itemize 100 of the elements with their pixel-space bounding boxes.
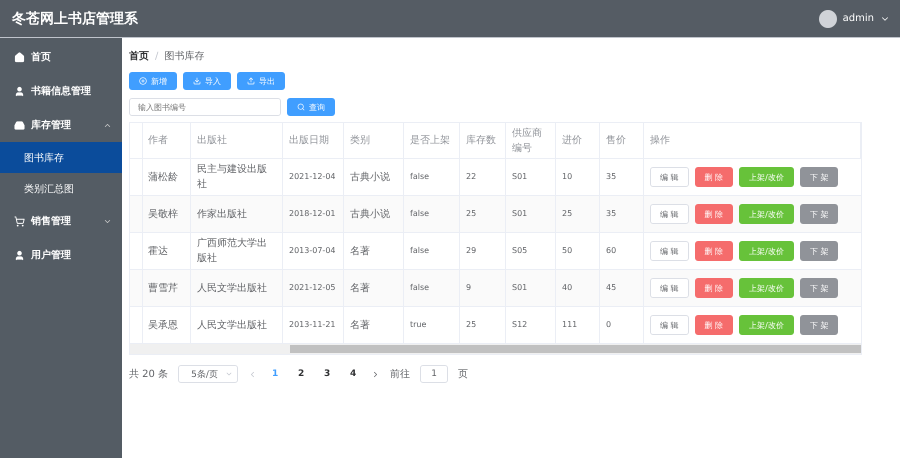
column-header: 是否上架 xyxy=(410,134,450,148)
export-button[interactable]: 导出 xyxy=(237,72,285,90)
column-header: 出版社 xyxy=(197,134,227,148)
delete-button[interactable]: 删 除 xyxy=(694,278,734,298)
table-cell: S12 xyxy=(512,319,528,331)
delete-button[interactable]: 删 除 xyxy=(694,167,734,187)
download-icon xyxy=(193,77,201,85)
edit-button[interactable]: 编 辑 xyxy=(650,204,689,224)
breadcrumb-item[interactable]: 首页 xyxy=(129,49,149,63)
page-input[interactable]: 1 xyxy=(420,365,448,383)
table-cell-text: 名著 xyxy=(350,282,370,296)
table-cell-text: 古典小说 xyxy=(350,208,390,222)
page-number[interactable]: 2 xyxy=(293,369,310,379)
menu-item[interactable]: 用户管理 xyxy=(0,238,122,272)
table-cell-text: 蒲松龄 xyxy=(148,170,178,184)
edit-button[interactable]: 编 辑 xyxy=(650,167,689,187)
cart-icon xyxy=(14,216,25,226)
table-cell-text: 吴敬梓 xyxy=(148,208,178,222)
submenu-item[interactable]: 图书库存 xyxy=(0,142,122,173)
shelve-button[interactable]: 上架/改价 xyxy=(739,167,794,187)
upload-icon xyxy=(247,77,255,85)
total-count: 共 20 条 xyxy=(129,368,168,381)
table-cell: 29 xyxy=(466,245,476,257)
table-cell: 2021-12-05 xyxy=(289,282,336,294)
delete-button[interactable]: 删 除 xyxy=(694,241,734,261)
table-cell-text: 名著 xyxy=(350,318,370,332)
delete-button[interactable]: 删 除 xyxy=(694,204,734,224)
menu-item[interactable]: 书籍信息管理 xyxy=(0,74,122,108)
app-title: 冬苍网上书店管理系 xyxy=(12,10,138,28)
chevron-down-icon xyxy=(225,370,234,378)
goto-label: 前往 xyxy=(390,368,410,381)
table-cell: 25 xyxy=(562,208,572,220)
column-header: 操作 xyxy=(650,134,670,148)
avatar-icon[interactable] xyxy=(818,10,837,28)
table-cell-text: 曹雪芹 xyxy=(148,282,178,296)
table-cell: 60 xyxy=(606,245,616,257)
column-header: 供应商编号 xyxy=(512,126,543,156)
page-size-select[interactable]: 5条/页 xyxy=(178,365,238,383)
page-number[interactable]: 4 xyxy=(345,369,362,379)
breadcrumb-separator: / xyxy=(155,50,158,62)
column-header: 库存数 xyxy=(466,134,496,148)
unshelve-button[interactable]: 下 架 xyxy=(800,278,838,298)
shelve-button[interactable]: 上架/改价 xyxy=(739,315,794,335)
page-number[interactable]: 1 xyxy=(267,369,284,379)
person-icon xyxy=(14,86,25,96)
edit-button[interactable]: 编 辑 xyxy=(650,241,689,261)
horizontal-scrollbar[interactable] xyxy=(130,344,861,354)
edit-button[interactable]: 编 辑 xyxy=(650,315,689,335)
edit-button[interactable]: 编 辑 xyxy=(650,278,689,298)
table-cell: 25 xyxy=(466,208,476,220)
table-cell: 10 xyxy=(562,171,572,183)
table-cell-text: 名著 xyxy=(350,244,370,258)
menu-item[interactable]: 库存管理 xyxy=(0,108,122,142)
add-button[interactable]: 新增 xyxy=(129,72,177,90)
user-name[interactable]: admin xyxy=(842,13,874,24)
menu-item[interactable]: 销售管理 xyxy=(0,204,122,238)
shelve-button[interactable]: 上架/改价 xyxy=(739,241,794,261)
page-suffix: 页 xyxy=(458,368,468,381)
submenu-item[interactable]: 类别汇总图 xyxy=(0,173,122,204)
home-icon xyxy=(14,52,25,62)
page-number[interactable]: 3 xyxy=(319,369,336,379)
search-button[interactable]: 查询 xyxy=(287,98,335,116)
table-cell-text: 广西师范大学出版社 xyxy=(197,236,268,266)
table-cell: 45 xyxy=(606,282,616,294)
table-cell: 2018-12-01 xyxy=(289,208,336,220)
unshelve-button[interactable]: 下 架 xyxy=(800,241,838,261)
delete-button[interactable]: 删 除 xyxy=(694,315,734,335)
table-cell: 35 xyxy=(606,208,616,220)
table-cell: false xyxy=(410,208,430,220)
table-cell-text: 人民文学出版社 xyxy=(197,318,267,332)
table-cell-text: 人民文学出版社 xyxy=(197,282,267,296)
person-icon xyxy=(14,250,25,260)
table-cell-text: 霍达 xyxy=(148,244,168,258)
unshelve-button[interactable]: 下 架 xyxy=(800,204,838,224)
table-cell: false xyxy=(410,282,430,294)
drive-icon xyxy=(14,120,25,130)
table-cell: 0 xyxy=(606,319,612,331)
table-cell: S05 xyxy=(512,245,528,257)
table-cell-text: 吴承恩 xyxy=(148,318,178,332)
table-cell: S01 xyxy=(512,171,528,183)
table-cell: true xyxy=(410,319,426,331)
table-cell: 50 xyxy=(562,245,572,257)
plus-circle-icon xyxy=(139,77,147,85)
table-cell: false xyxy=(410,171,430,183)
table-cell: 25 xyxy=(466,319,476,331)
column-header: 出版日期 xyxy=(289,134,329,148)
search-field[interactable]: 输入图书编号 xyxy=(129,98,281,116)
shelve-button[interactable]: 上架/改价 xyxy=(739,204,794,224)
table-cell: 40 xyxy=(562,282,572,294)
table-cell: S01 xyxy=(512,282,528,294)
breadcrumb-item: 图书库存 xyxy=(164,50,204,63)
table-cell-text: 作家出版社 xyxy=(197,208,247,222)
menu-item[interactable]: 首页 xyxy=(0,40,122,74)
table-cell: 35 xyxy=(606,171,616,183)
import-button[interactable]: 导入 xyxy=(183,72,231,90)
table-cell: 2021-12-04 xyxy=(289,171,336,183)
shelve-button[interactable]: 上架/改价 xyxy=(739,278,794,298)
unshelve-button[interactable]: 下 架 xyxy=(800,315,838,335)
unshelve-button[interactable]: 下 架 xyxy=(800,167,838,187)
column-header: 作者 xyxy=(148,134,168,148)
